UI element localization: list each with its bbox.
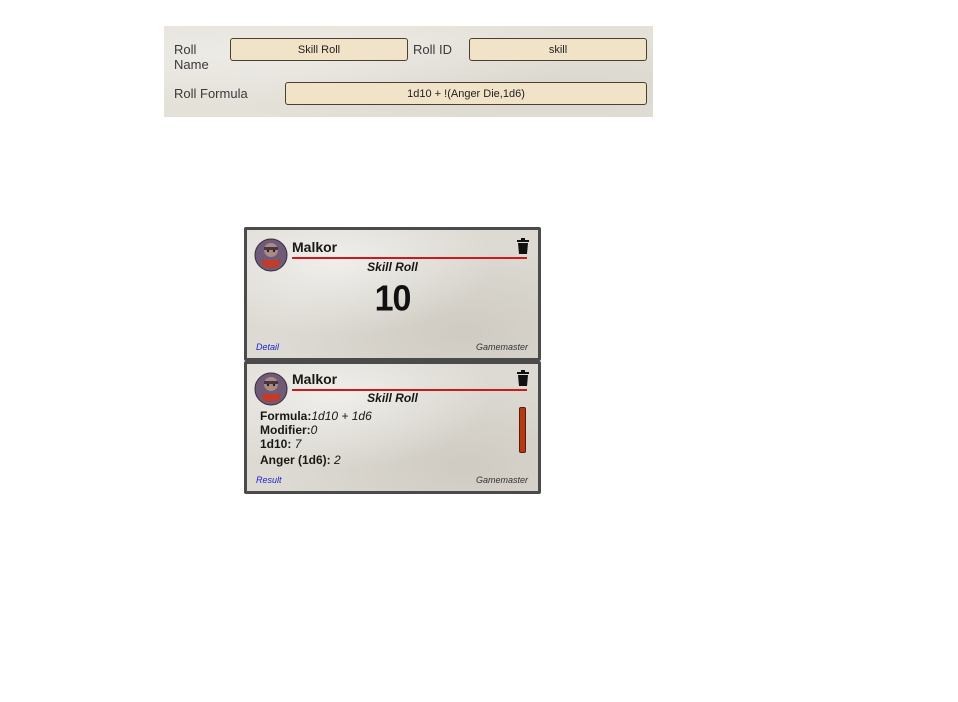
speaker-name: Malkor	[292, 239, 338, 255]
detail-key: Anger (1d6):	[260, 453, 331, 467]
roll-name-input[interactable]	[230, 38, 408, 61]
roll-name-label: Roll Name	[174, 42, 209, 72]
roll-formula-input[interactable]	[285, 82, 647, 105]
roll-flavor: Skill Roll	[367, 260, 418, 274]
roll-total: 10	[374, 279, 412, 319]
detail-anger: Anger (1d6): 2	[260, 453, 341, 467]
roll-flavor: Skill Roll	[367, 391, 418, 405]
result-link[interactable]: Result	[256, 475, 282, 485]
detail-value: 2	[334, 453, 341, 467]
detail-key: Modifier:	[260, 423, 311, 437]
detail-key: 1d10:	[260, 437, 292, 451]
detail-modifier: Modifier:0	[260, 423, 317, 437]
detail-value: 0	[310, 423, 318, 437]
detail-value: 7	[294, 437, 302, 451]
detail-value: 1d10 + 1d6	[311, 409, 372, 423]
anger-die-bar	[519, 407, 526, 453]
detail-link[interactable]: Detail	[256, 342, 279, 352]
roll-config-panel: Roll Name Roll ID Roll Formula	[164, 26, 653, 117]
roll-id-label: Roll ID	[413, 42, 453, 57]
speaker-name: Malkor	[292, 371, 338, 387]
detail-formula: Formula:1d10 + 1d6	[260, 409, 372, 423]
message-user: Gamemaster	[475, 342, 528, 352]
roll-formula-label: Roll Formula	[174, 86, 248, 101]
roll-id-input[interactable]	[469, 38, 647, 61]
trash-icon[interactable]	[516, 238, 530, 254]
message-user: Gamemaster	[475, 475, 528, 485]
chat-message-result: Malkor Skill Roll 10 Detail Gamemaster	[244, 227, 541, 361]
detail-d10: 1d10: 7	[260, 437, 301, 451]
chat-message-detail: Malkor Skill Roll Formula:1d10 + 1d6 Mod…	[244, 361, 541, 494]
trash-icon[interactable]	[516, 370, 530, 386]
speaker-divider	[292, 257, 527, 259]
detail-key: Formula:	[260, 409, 312, 423]
